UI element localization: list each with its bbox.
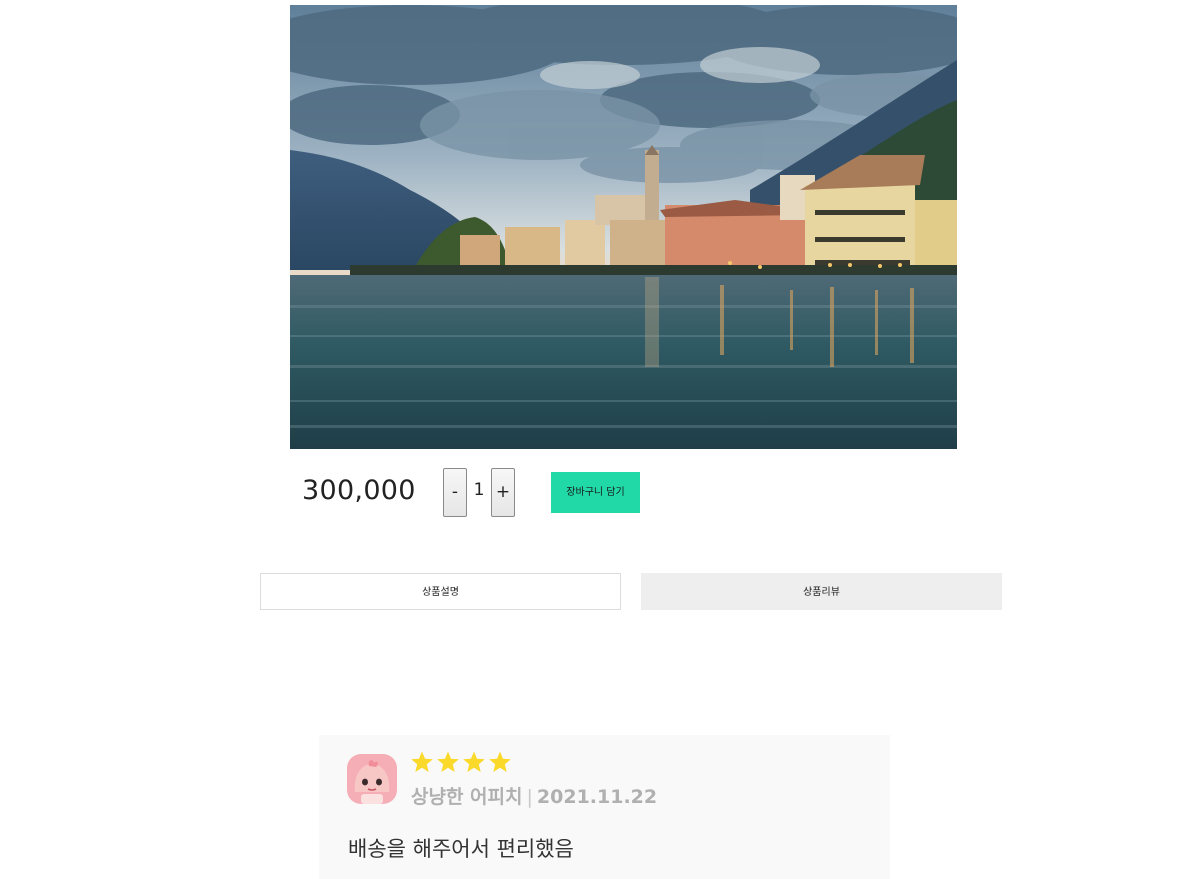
apeach-avatar-icon [347, 754, 397, 804]
review-rating [410, 750, 512, 780]
product-image [290, 5, 957, 449]
review-date: 2021.11.22 [536, 786, 658, 808]
star-icon [463, 751, 485, 772]
review-meta-separator: | [526, 786, 533, 808]
review-author: 상냥한 어피치 [411, 786, 523, 808]
quantity-decrease-button[interactable]: - [443, 468, 467, 517]
lakeside-photo [290, 5, 957, 449]
tab-product-review[interactable]: 상품리뷰 [641, 573, 1002, 610]
star-icon [437, 751, 459, 772]
product-detail-page: 300,000 - 1 + 장바구니 담기 상품설명 상품리뷰 상냥한 어피치 |… [0, 0, 1186, 879]
tab-product-description[interactable]: 상품설명 [260, 573, 621, 610]
star-icon [489, 751, 511, 772]
add-to-cart-button[interactable]: 장바구니 담기 [551, 472, 640, 513]
review-text: 배송을 해주어서 편리했음 [348, 837, 574, 861]
product-price: 300,000 [302, 475, 416, 506]
quantity-increase-button[interactable]: + [491, 468, 515, 517]
quantity-value: 1 [473, 480, 485, 500]
review-card: 상냥한 어피치 | 2021.11.22 배송을 해주어서 편리했음 [319, 735, 890, 879]
review-meta: 상냥한 어피치 | 2021.11.22 [411, 782, 657, 809]
star-icon [411, 751, 433, 772]
